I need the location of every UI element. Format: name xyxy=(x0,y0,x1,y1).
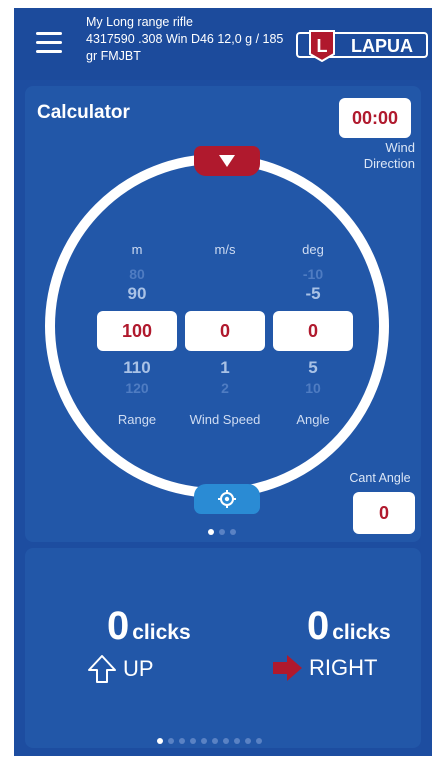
triangle-down-icon xyxy=(219,155,235,167)
cant-angle-value[interactable]: 0 xyxy=(353,492,415,534)
windage-clicks-unit: clicks xyxy=(332,621,391,644)
result-card: 0 clicks UP 0 clicks RIGHT xyxy=(25,548,421,748)
cant-angle-label: Cant Angle xyxy=(349,471,411,485)
range-option[interactable]: 120 xyxy=(97,380,177,396)
wind-speed-option[interactable]: 1 xyxy=(185,358,265,378)
page-dot[interactable] xyxy=(212,738,218,744)
logo-text: LAPUA xyxy=(351,36,413,56)
page-dot[interactable] xyxy=(256,738,262,744)
elevation-direction-label: UP xyxy=(123,656,154,681)
calculator-card: Calculator 00:00 Wind Direction m m/s de… xyxy=(25,86,421,542)
page-dot[interactable] xyxy=(223,738,229,744)
angle-unit: deg xyxy=(302,242,324,257)
angle-option[interactable]: -10 xyxy=(273,266,353,282)
windage-clicks-value: 0 xyxy=(307,604,330,648)
logo-letter: L xyxy=(317,36,328,56)
angle-label: Angle xyxy=(296,412,330,427)
elevation-clicks-value: 0 xyxy=(107,604,130,648)
page-dot[interactable] xyxy=(190,738,196,744)
windage-direction-label: RIGHT xyxy=(309,655,378,680)
page-dot[interactable] xyxy=(230,529,236,535)
angle-option[interactable]: 5 xyxy=(273,358,353,378)
wind-speed-option[interactable]: 2 xyxy=(185,380,265,396)
windage-clicks: 0 clicks xyxy=(307,604,391,649)
wind-speed-value[interactable]: 0 xyxy=(185,311,265,351)
range-option[interactable]: 80 xyxy=(97,266,177,282)
arrow-up-outline-icon xyxy=(88,655,116,683)
page-dot[interactable] xyxy=(179,738,185,744)
result-page-indicator xyxy=(157,738,262,744)
rifle-details: 4317590 .308 Win D46 12,0 g / 185 gr FMJ… xyxy=(86,32,284,63)
angle-option[interactable]: -5 xyxy=(273,284,353,304)
hamburger-menu-icon[interactable] xyxy=(36,32,62,54)
calculator-title: Calculator xyxy=(37,102,130,123)
calculator-page-indicator xyxy=(208,529,236,535)
lapua-logo: L LAPUA xyxy=(296,30,428,62)
angle-option[interactable]: 10 xyxy=(273,380,353,396)
app-screen: My Long range rifle 4317590 .308 Win D46… xyxy=(14,8,432,756)
range-option[interactable]: 110 xyxy=(97,358,177,378)
range-unit: m xyxy=(131,242,143,257)
page-dot[interactable] xyxy=(219,529,225,535)
elevation-clicks: 0 clicks xyxy=(107,604,191,649)
wind-direction-indicator[interactable] xyxy=(194,146,260,176)
range-label: Range xyxy=(117,412,157,427)
wind-speed-label: Wind Speed xyxy=(189,412,261,427)
page-dot[interactable] xyxy=(201,738,207,744)
page-dot[interactable] xyxy=(234,738,240,744)
angle-value[interactable]: 0 xyxy=(273,311,353,351)
range-option[interactable]: 90 xyxy=(97,284,177,304)
rifle-name: My Long range rifle xyxy=(86,15,194,29)
wind-direction-clock-button[interactable]: 00:00 xyxy=(339,98,411,138)
page-dot[interactable] xyxy=(157,738,163,744)
elevation-direction: UP xyxy=(87,654,154,684)
windage-direction: RIGHT xyxy=(271,654,377,682)
arrow-right-icon xyxy=(273,655,302,681)
rifle-selector[interactable]: My Long range rifle 4317590 .308 Win D46… xyxy=(86,14,286,65)
crosshair-icon xyxy=(218,490,236,508)
wind-speed-unit: m/s xyxy=(214,242,236,257)
page-dot[interactable] xyxy=(208,529,214,535)
page-dot[interactable] xyxy=(168,738,174,744)
range-value[interactable]: 100 xyxy=(97,311,177,351)
page-dot[interactable] xyxy=(245,738,251,744)
elevation-clicks-unit: clicks xyxy=(132,621,191,644)
app-header: My Long range rifle 4317590 .308 Win D46… xyxy=(14,8,432,80)
wind-direction-label: Wind Direction xyxy=(363,140,415,171)
shooter-position-marker[interactable] xyxy=(194,484,260,514)
